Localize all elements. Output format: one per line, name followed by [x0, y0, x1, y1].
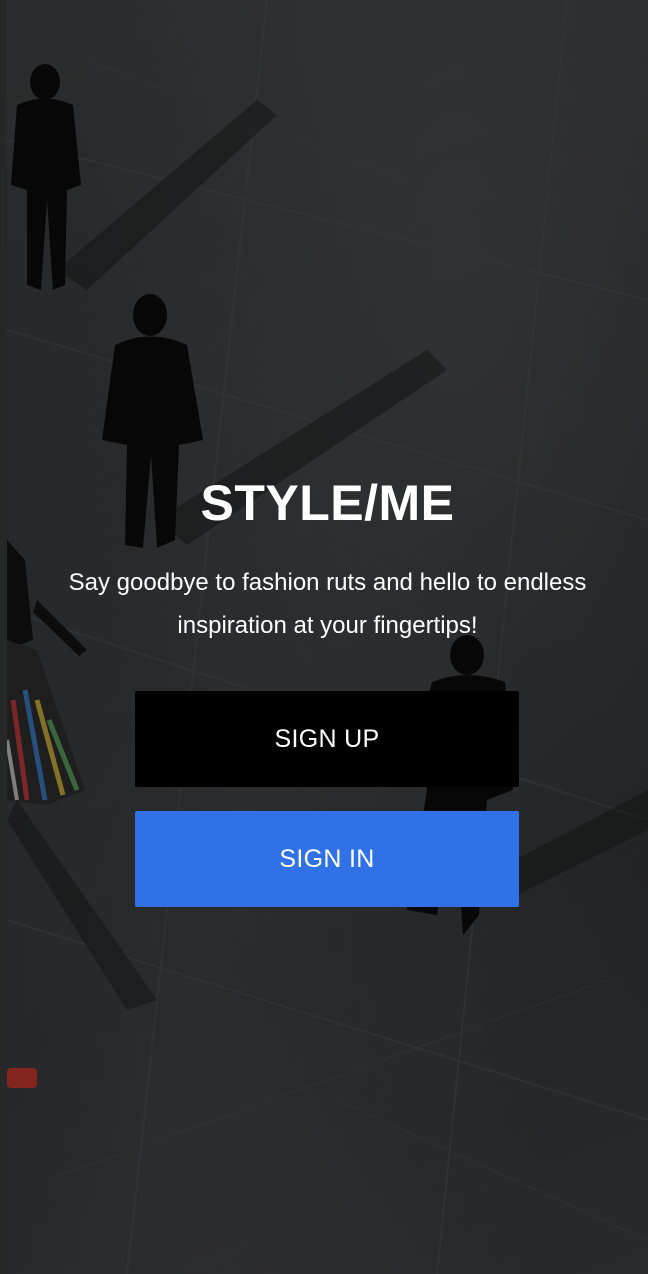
app-tagline: Say goodbye to fashion ruts and hello to… [68, 569, 587, 639]
app-title: STYLE/ME [200, 475, 455, 531]
sign-up-button[interactable]: SIGN UP [135, 691, 519, 787]
sign-in-button[interactable]: SIGN IN [135, 811, 519, 907]
sign-up-label: SIGN UP [274, 724, 380, 753]
welcome-content: STYLE/ME Say goodbye to fashion ruts and… [7, 0, 648, 1274]
window-frame-edge [0, 0, 7, 1274]
sign-in-label: SIGN IN [279, 844, 375, 873]
welcome-screen: STYLE/ME Say goodbye to fashion ruts and… [0, 0, 648, 1274]
